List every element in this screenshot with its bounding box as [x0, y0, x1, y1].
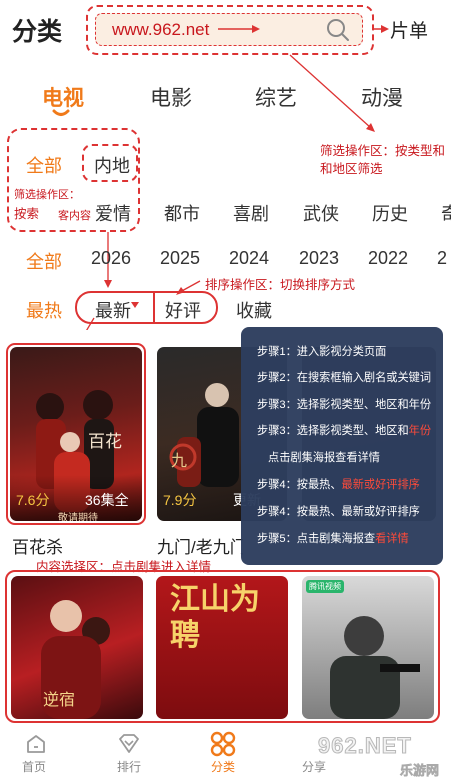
tabbar-share[interactable]: 分享 — [302, 758, 326, 775]
show-title[interactable]: 百花杀 — [12, 533, 63, 558]
poster-title-art: 江山为聘 — [170, 582, 260, 653]
poster-art — [330, 616, 420, 719]
poster-title-art: 百花 — [88, 432, 122, 452]
show-rating: 7.9分 — [163, 492, 197, 508]
year-all[interactable]: 全部 — [26, 248, 62, 274]
sort-good[interactable]: 好评 — [165, 297, 201, 323]
year-2023[interactable]: 2023 — [299, 248, 339, 269]
step-4: 步骤4：按最热、最新或好评排序 — [257, 479, 420, 491]
bottom-poster-2[interactable]: 江山为聘 — [156, 576, 288, 719]
step-3b: 步骤3：选择影视类型、地区和年份 — [257, 425, 432, 437]
annotation-filter-zone-3: 客内容 — [58, 210, 91, 222]
search-input-value: www.962.net — [112, 20, 210, 39]
show-episodes: 36集全 — [85, 492, 129, 508]
step-5: 步骤5：点击剧集海报查看详情 — [257, 533, 409, 545]
year-more[interactable]: 2 — [437, 248, 447, 269]
genre-more[interactable]: 奇 — [441, 200, 451, 226]
show-title[interactable]: 九门/老九门 — [157, 533, 243, 558]
watermark-logo: 962.NET — [318, 733, 412, 759]
watermark-sub: 乐游网 — [400, 763, 440, 779]
chevron-down-icon — [131, 302, 139, 308]
poster-art — [41, 600, 110, 719]
sort-newest[interactable]: 最新 — [95, 297, 131, 323]
annotation-filter-zone-2: 按索 — [14, 207, 40, 221]
ranking-icon[interactable] — [116, 733, 142, 755]
genre-comedy[interactable]: 喜剧 — [233, 200, 269, 226]
annotation-sort-zone: 排序操作区：切换排序方式 — [205, 278, 356, 292]
show-rating: 7.6分 — [16, 492, 50, 508]
poster-title-art: 九 — [171, 451, 188, 470]
genre-wuxia[interactable]: 武侠 — [303, 200, 339, 226]
sort-favorite[interactable]: 收藏 — [236, 297, 272, 323]
year-2026[interactable]: 2026 — [91, 248, 131, 269]
step-1: 步骤1：进入影视分类页面 — [257, 346, 387, 358]
step-4b: 步骤4：按最热、最新或好评排序 — [257, 506, 420, 518]
poster-tagline: 敬请期待 — [58, 513, 98, 521]
sort-divider — [153, 293, 155, 322]
tab-movie[interactable]: 电影 — [150, 82, 192, 112]
tab-active-indicator — [52, 109, 70, 116]
year-2022[interactable]: 2022 — [368, 248, 408, 269]
tab-variety[interactable]: 综艺 — [255, 82, 297, 112]
annotation-filter-zone: 筛选操作区： — [14, 189, 80, 201]
annotation-search-zone: 筛选操作区：按类型和 — [320, 144, 446, 158]
region-all[interactable]: 全部 — [26, 152, 62, 178]
tab-tv[interactable]: 电视 — [42, 82, 84, 112]
tab-anime[interactable]: 动漫 — [361, 82, 403, 112]
year-2024[interactable]: 2024 — [229, 248, 269, 269]
tabbar-ranking[interactable]: 排行 — [117, 758, 141, 775]
show-card-baihuasha[interactable]: 百花 7.6分 36集全 敬请期待 — [10, 347, 142, 521]
year-2025[interactable]: 2025 — [160, 248, 200, 269]
search-icon[interactable] — [325, 17, 351, 43]
step-2: 步骤2：在搜索框输入剧名或关键词 — [257, 372, 432, 384]
genre-romance[interactable]: 爱情 — [95, 200, 131, 226]
home-icon[interactable] — [25, 733, 47, 755]
playlist-link[interactable]: 片单 — [390, 16, 428, 43]
poster-title-art: 逆宿 — [43, 690, 76, 709]
region-mainland[interactable]: 内地 — [94, 152, 130, 178]
tabbar-category[interactable]: 分类 — [211, 758, 235, 775]
genre-history[interactable]: 历史 — [372, 200, 408, 226]
page-title: 分类 — [12, 18, 63, 46]
step-3c: 点击剧集海报查看详情 — [268, 452, 380, 464]
bottom-poster-1[interactable]: 逆宿 — [11, 576, 143, 719]
tabbar-home[interactable]: 首页 — [22, 758, 46, 775]
category-icon[interactable] — [210, 731, 236, 757]
step-3: 步骤3：选择影视类型、地区和年份 — [257, 399, 432, 411]
bottom-poster-3[interactable]: 腾讯视频 — [302, 576, 434, 719]
sort-hot[interactable]: 最热 — [26, 297, 62, 323]
genre-urban[interactable]: 都市 — [164, 200, 200, 226]
annotation-search-zone-2: 和地区筛选 — [320, 162, 383, 176]
